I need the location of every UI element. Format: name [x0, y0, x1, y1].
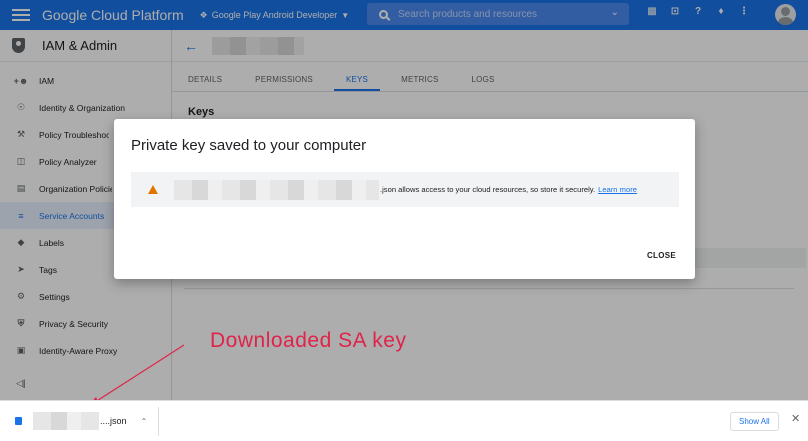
download-divider — [158, 407, 159, 436]
annotation-label: Downloaded SA key — [210, 329, 407, 352]
download-filename[interactable]: ....json — [100, 416, 127, 426]
annotation-arrow — [86, 344, 185, 408]
chevron-up-icon[interactable]: ⌃ — [141, 417, 148, 426]
file-icon — [15, 417, 22, 425]
show-all-button[interactable]: Show All — [730, 412, 779, 431]
download-bar: ....json ⌃ Show All ✕ — [0, 400, 808, 441]
redacted-download-name — [33, 412, 99, 430]
close-icon[interactable]: ✕ — [791, 412, 800, 425]
